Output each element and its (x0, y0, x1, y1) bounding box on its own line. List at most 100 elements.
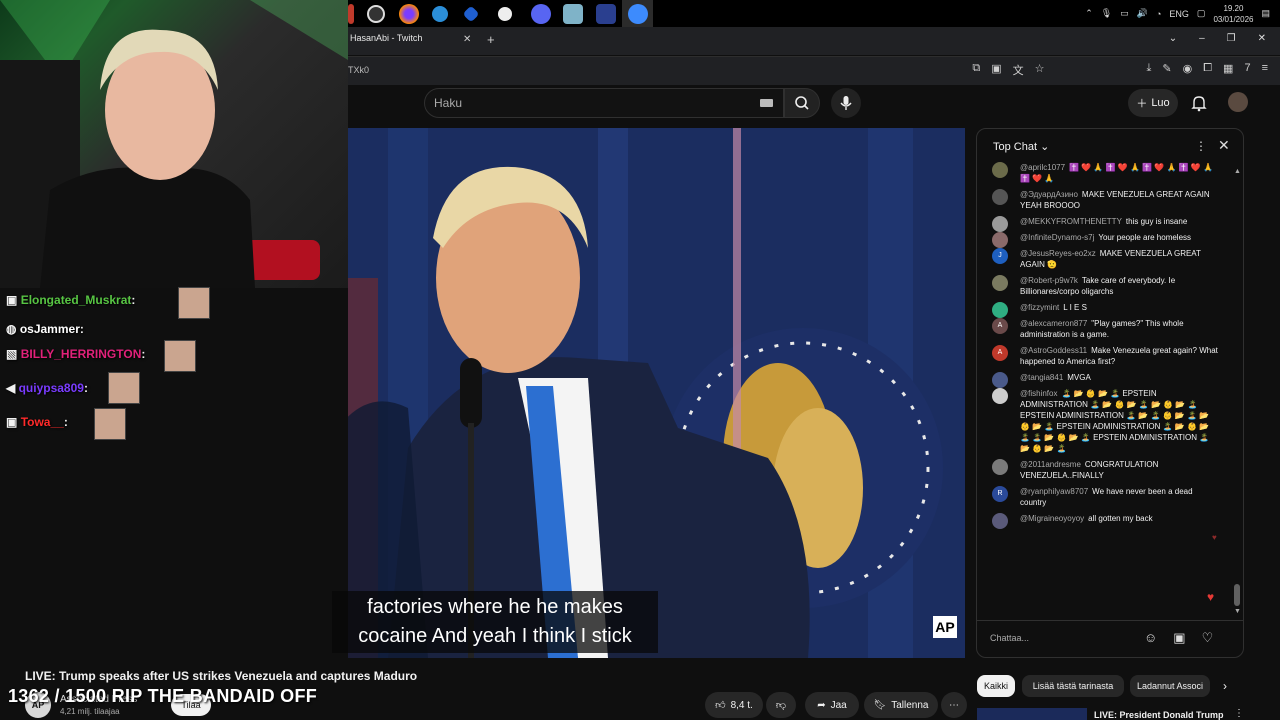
browser-menu-icon[interactable]: ≡ (1262, 62, 1268, 78)
volume-icon[interactable]: 🔊 (1137, 8, 1148, 19)
minimize-icon[interactable]: – (1199, 33, 1205, 44)
voice-search-button[interactable] (831, 88, 861, 118)
clock[interactable]: 19.20 03/01/2026 (1213, 3, 1253, 25)
notifications-icon[interactable]: ▤ (1261, 8, 1270, 19)
chat-author-avatar[interactable]: R (992, 486, 1008, 502)
chat-author-name[interactable]: @MEKKYFROMTHENETTY (1020, 217, 1122, 226)
related-more-icon[interactable]: ⋮ (1234, 708, 1244, 719)
chat-author-avatar[interactable] (992, 232, 1008, 248)
tab-close-icon[interactable]: ✕ (463, 34, 471, 45)
chat-close-icon[interactable]: ✕ (1218, 137, 1230, 154)
microphone-icon[interactable]: 🎙 (1101, 8, 1112, 19)
chip-more-from-story[interactable]: Lisää tästä tarinasta (1022, 675, 1124, 697)
chat-author-name[interactable]: @fishinfox (1020, 389, 1057, 398)
like-button[interactable]: 👍︎ 8,4 t. (705, 692, 763, 718)
new-tab-icon[interactable]: + (487, 32, 495, 47)
monitor-icon[interactable] (596, 4, 616, 24)
chat-author-avatar[interactable] (992, 189, 1008, 205)
overlay-emote-image (178, 287, 210, 319)
chat-author-name[interactable]: @2011andresme (1020, 460, 1081, 469)
display-icon[interactable]: ▢ (1197, 8, 1206, 19)
heart-react-icon[interactable]: ♡ (1202, 630, 1214, 646)
chat-author-avatar[interactable] (992, 302, 1008, 318)
chat-author-avatar[interactable]: J (992, 248, 1008, 264)
chat-author-avatar[interactable] (992, 275, 1008, 291)
download-icon[interactable]: ⤓ (1147, 62, 1152, 78)
chat-menu-icon[interactable]: ⋮ (1195, 139, 1207, 153)
keyboard-icon[interactable] (760, 99, 773, 107)
video-player[interactable] (348, 128, 965, 658)
extension-icon[interactable]: ◉ (1183, 62, 1193, 78)
emoji-icon[interactable]: ☺ (1144, 630, 1157, 646)
window-close-icon[interactable]: ✕ (1258, 33, 1266, 44)
discord-icon[interactable] (531, 4, 551, 24)
save-button[interactable]: 🔖︎ Tallenna (864, 692, 938, 718)
picture-in-picture-icon[interactable]: ⧉ (972, 62, 980, 78)
chip-uploaded-by[interactable]: Ladannut Associ (1130, 675, 1210, 697)
restore-icon[interactable]: ❐ (1227, 33, 1236, 44)
chat-author-name[interactable]: @tangia841 (1020, 373, 1063, 382)
dislike-button[interactable]: 👎︎ (766, 692, 796, 718)
app-icon[interactable] (348, 4, 354, 24)
chat-author-avatar[interactable]: A (992, 318, 1008, 334)
counter-extension-icon[interactable]: ▦ (1223, 62, 1233, 78)
tab-search-icon[interactable]: ⌄ (1169, 33, 1177, 44)
tools-icon[interactable]: ✎ (1162, 62, 1171, 78)
browser-tab-title[interactable]: HasanAbi - Twitch (350, 33, 422, 43)
chat-author-name[interactable]: @ryanphilyaw8707 (1020, 487, 1088, 496)
chat-author-name[interactable]: @ЭдуардАзино (1020, 190, 1078, 199)
chat-author-name[interactable]: @aprilc1077 (1020, 163, 1065, 172)
related-video-title[interactable]: LIVE: President Donald Trump (1094, 710, 1224, 720)
chip-all[interactable]: Kaikki (977, 675, 1015, 697)
language-indicator[interactable]: ENG (1169, 9, 1189, 19)
url-text[interactable]: TXk0 (348, 65, 369, 75)
chat-author-avatar[interactable] (992, 388, 1008, 404)
ccleaner-icon[interactable] (432, 6, 448, 22)
chat-author-name[interactable]: @Robert-p9w7k (1020, 276, 1078, 285)
chat-author-avatar[interactable]: A (992, 345, 1008, 361)
search-button[interactable] (784, 88, 820, 118)
scroll-down-icon[interactable]: ▼ (1234, 608, 1241, 615)
chat-author-name[interactable]: @JesusReyes-eo2xz (1020, 249, 1096, 258)
chat-author-avatar[interactable] (992, 372, 1008, 388)
chevron-right-icon[interactable]: › (1223, 679, 1227, 693)
chat-author-name[interactable]: @InfiniteDynamo-s7j (1020, 233, 1094, 242)
screenshot-icon[interactable]: ▣ (991, 62, 1001, 78)
seven-tv-icon[interactable]: 7 (1244, 62, 1250, 78)
notes-icon[interactable] (563, 4, 583, 24)
chat-mode-dropdown[interactable]: Top Chat ⌄ (993, 140, 1049, 153)
chat-scrollbar-thumb[interactable] (1234, 584, 1240, 606)
share-button[interactable]: ➦ Jaa (805, 692, 859, 718)
more-actions-button[interactable]: ⋯ (941, 692, 967, 718)
chat-author-name[interactable]: @AstroGoddess11 (1020, 346, 1087, 355)
steam-icon[interactable] (498, 7, 512, 21)
account-avatar[interactable] (1228, 92, 1248, 112)
create-button[interactable]: ＋ Luo (1128, 89, 1178, 117)
puzzle-icon[interactable]: ⧠ (1203, 62, 1212, 78)
search-placeholder[interactable]: Haku (434, 96, 462, 110)
chevron-up-icon[interactable]: ⌃ (1085, 8, 1093, 19)
chat-author-avatar[interactable] (992, 459, 1008, 475)
related-video-thumbnail[interactable] (977, 708, 1087, 720)
chat-author-avatar[interactable] (992, 216, 1008, 232)
notification-bell-icon[interactable] (1190, 94, 1208, 117)
super-chat-icon[interactable]: ▣ (1173, 630, 1185, 646)
chat-message: @2011andresme CONGRATULATION VENEZUELA..F… (990, 459, 1220, 481)
chat-scrollbar[interactable]: ▲ ▼ (1234, 168, 1241, 615)
browser-icon[interactable] (628, 4, 648, 24)
bookmark-star-icon[interactable]: ☆ (1035, 62, 1045, 78)
network-icon[interactable]: ▭ (1120, 8, 1129, 19)
chat-input[interactable]: Chattaa... (990, 627, 1150, 649)
chat-author-name[interactable]: @alexcameron877 (1020, 319, 1087, 328)
chat-author-name[interactable]: @fizzymint (1020, 303, 1059, 312)
scroll-up-icon[interactable]: ▲ (1234, 168, 1241, 175)
chat-author-avatar[interactable] (992, 162, 1008, 178)
chat-author-avatar[interactable] (992, 513, 1008, 529)
obs-icon[interactable] (367, 5, 385, 23)
firefox-icon[interactable] (399, 4, 419, 24)
chat-author-name[interactable]: @Migraineoyoyoy (1020, 514, 1084, 523)
search-input[interactable] (424, 88, 784, 118)
translate-icon[interactable]: 文 (1013, 62, 1024, 78)
badge-icon: ▧ (6, 347, 18, 361)
headset-icon[interactable]: ◔ (1156, 9, 1161, 19)
